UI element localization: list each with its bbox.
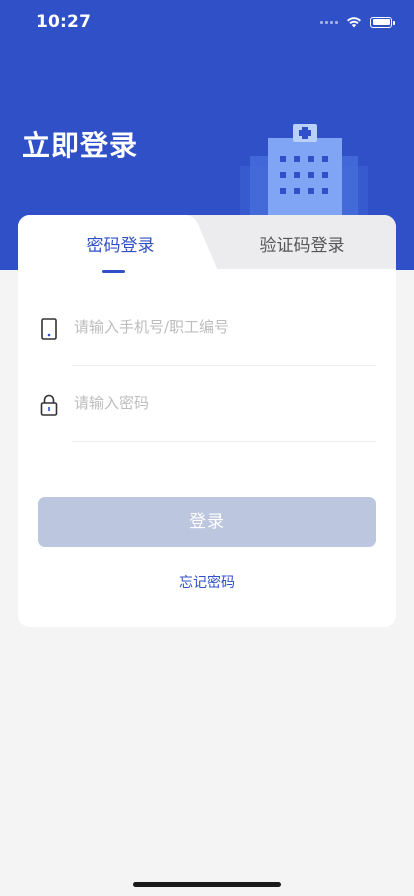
- password-input[interactable]: [74, 389, 374, 417]
- status-icons: [320, 14, 395, 30]
- battery-icon: [370, 16, 395, 28]
- lock-icon: [40, 394, 58, 416]
- forgot-password-link[interactable]: 忘记密码: [18, 572, 396, 592]
- cellular-signal-icon: [320, 20, 338, 24]
- login-button[interactable]: 登录: [38, 497, 376, 547]
- status-bar: 10:27: [0, 0, 414, 44]
- active-tab-indicator: [102, 270, 125, 273]
- tab-code-login[interactable]: 验证码登录: [208, 231, 396, 256]
- password-field-divider: [72, 441, 376, 442]
- wifi-icon: [347, 17, 361, 28]
- status-time: 10:27: [36, 12, 92, 32]
- password-field: [18, 381, 396, 442]
- phone-input[interactable]: [74, 313, 374, 341]
- page-title: 立即登录: [22, 129, 139, 162]
- home-indicator[interactable]: [133, 882, 281, 887]
- login-card: 密码登录 验证码登录 登录 忘记密码: [18, 215, 396, 627]
- phone-icon: [41, 318, 57, 340]
- phone-field-divider: [72, 365, 376, 366]
- tab-password-login[interactable]: 密码登录: [18, 231, 223, 256]
- hospital-building-icon: [240, 124, 368, 218]
- phone-field: [18, 305, 396, 366]
